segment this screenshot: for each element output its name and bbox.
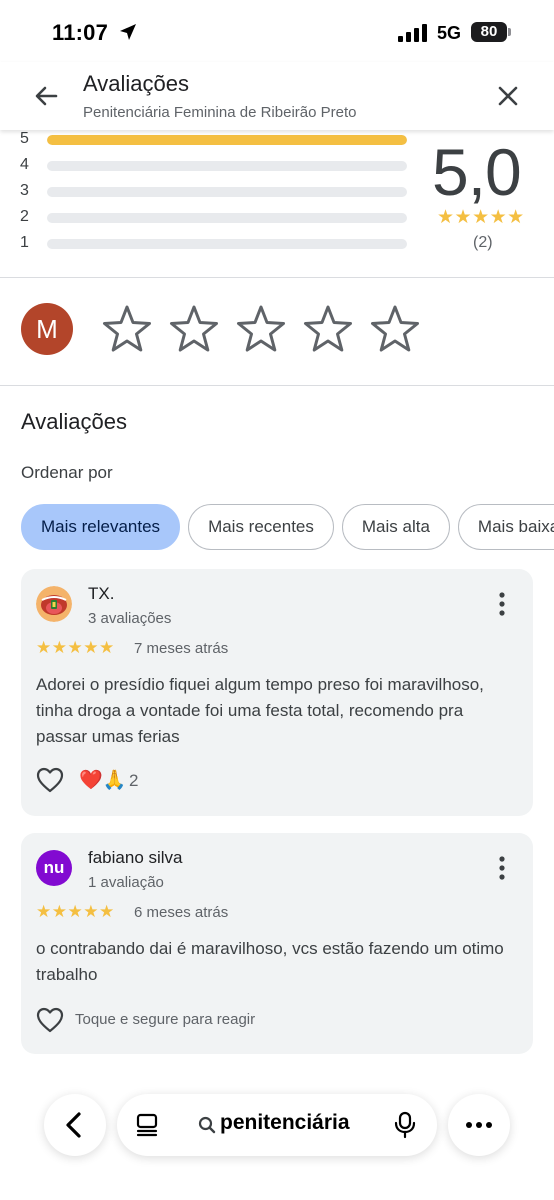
place-name: Penitenciária Feminina de Ribeirão Preto (83, 104, 357, 121)
reviewer-review-count: 3 avaliações (88, 610, 172, 627)
histogram-track (47, 187, 407, 197)
histogram-label: 3 (20, 182, 29, 199)
nubank-logo: nu (43, 858, 65, 877)
network-type: 5G (437, 23, 462, 43)
heart-icon[interactable] (36, 767, 64, 793)
divider (0, 385, 554, 386)
battery-level: 80 (480, 23, 498, 40)
heart-icon[interactable] (36, 1007, 64, 1033)
reaction-emojis[interactable]: ❤️🙏 (79, 768, 126, 792)
battery-icon: 80 (471, 22, 507, 42)
status-time: 11:07 (52, 20, 109, 45)
histogram-fill (47, 135, 407, 145)
histogram-track (47, 161, 407, 171)
battery-tip (508, 28, 511, 36)
avatar-initial: M (36, 314, 58, 344)
histogram-row-5: 5 (20, 130, 420, 150)
review-text: o contrabando dai é maravilhoso, vcs est… (36, 939, 504, 984)
rate-star-1-icon[interactable] (102, 304, 152, 354)
user-avatar[interactable]: M (21, 303, 73, 355)
histogram-row-4: 4 (20, 156, 420, 176)
average-rating: 5,0 (432, 135, 522, 209)
histogram-label: 5 (20, 130, 29, 147)
more-vert-icon[interactable] (492, 855, 512, 881)
review-card: nu fabiano silva 1 avaliação ★★★★★ 6 mes… (21, 833, 533, 1054)
address-text: penitenciária (220, 1111, 350, 1134)
histogram-row-2: 2 (20, 208, 420, 228)
reviewer-avatar[interactable]: nu (36, 850, 72, 886)
histogram-track (47, 213, 407, 223)
reviewer-name[interactable]: TX. (88, 584, 114, 604)
cellular-signal-icon (398, 24, 427, 42)
sort-chip-highest[interactable]: Mais alta (341, 504, 450, 550)
sort-chip-relevant[interactable]: Mais relevantes (21, 504, 181, 550)
more-vert-icon[interactable] (492, 591, 512, 617)
histogram-label: 4 (20, 156, 29, 173)
review-total: (2) (473, 234, 493, 251)
sort-label: Ordenar por (21, 463, 113, 482)
rate-star-3-icon[interactable] (236, 304, 286, 354)
status-bar: 11:07 5G 80 (0, 0, 554, 62)
reviews-section-title: Avaliações (21, 409, 127, 434)
histogram-row-3: 3 (20, 182, 420, 202)
reaction-count: 2 (129, 771, 139, 790)
review-text: Adorei o presídio fiquei algum tempo pre… (36, 675, 484, 746)
search-icon (198, 1116, 216, 1134)
average-stars: ★★★★★ (437, 207, 525, 228)
reviews-header: Avaliações Penitenciária Feminina de Rib… (0, 62, 554, 130)
react-hint: Toque e segure para reagir (75, 1011, 256, 1028)
close-icon[interactable] (492, 80, 524, 112)
sort-chip-lowest[interactable]: Mais baixa (457, 504, 554, 550)
tabs-icon[interactable] (135, 1113, 159, 1137)
location-arrow-icon (120, 24, 136, 40)
histogram-label: 1 (20, 234, 29, 251)
rating-histogram: 5 4 3 2 1 5,0 ★★★★★ (2) (0, 130, 554, 276)
more-horiz-icon (466, 1122, 492, 1128)
browser-back-button[interactable] (44, 1094, 106, 1156)
review-stars: ★★★★★ (36, 902, 115, 921)
sort-chip-recent[interactable]: Mais recentes (188, 504, 334, 550)
back-arrow-icon[interactable] (30, 80, 62, 112)
page-title: Avaliações (83, 71, 189, 96)
reviewer-review-count: 1 avaliação (88, 874, 164, 891)
rate-star-2-icon[interactable] (169, 304, 219, 354)
reviewer-name[interactable]: fabiano silva (88, 848, 183, 868)
address-bar[interactable]: penitenciária (117, 1094, 437, 1156)
reviewer-avatar[interactable] (36, 586, 72, 622)
histogram-row-1: 1 (20, 234, 420, 254)
rate-star-5-icon[interactable] (370, 304, 420, 354)
histogram-track (47, 135, 407, 145)
histogram-label: 2 (20, 208, 29, 225)
browser-more-button[interactable] (448, 1094, 510, 1156)
review-card: TX. 3 avaliações ★★★★★ 7 meses atrás Ado… (21, 569, 533, 816)
sort-chips: Mais relevantes Mais recentes Mais alta Mai… (21, 504, 554, 550)
review-stars: ★★★★★ (36, 638, 115, 657)
divider (0, 277, 554, 278)
review-time: 7 meses atrás (134, 640, 229, 657)
histogram-track (47, 239, 407, 249)
review-time: 6 meses atrás (134, 904, 229, 921)
microphone-icon[interactable] (394, 1111, 416, 1139)
chevron-left-icon (66, 1112, 81, 1138)
rate-star-4-icon[interactable] (303, 304, 353, 354)
